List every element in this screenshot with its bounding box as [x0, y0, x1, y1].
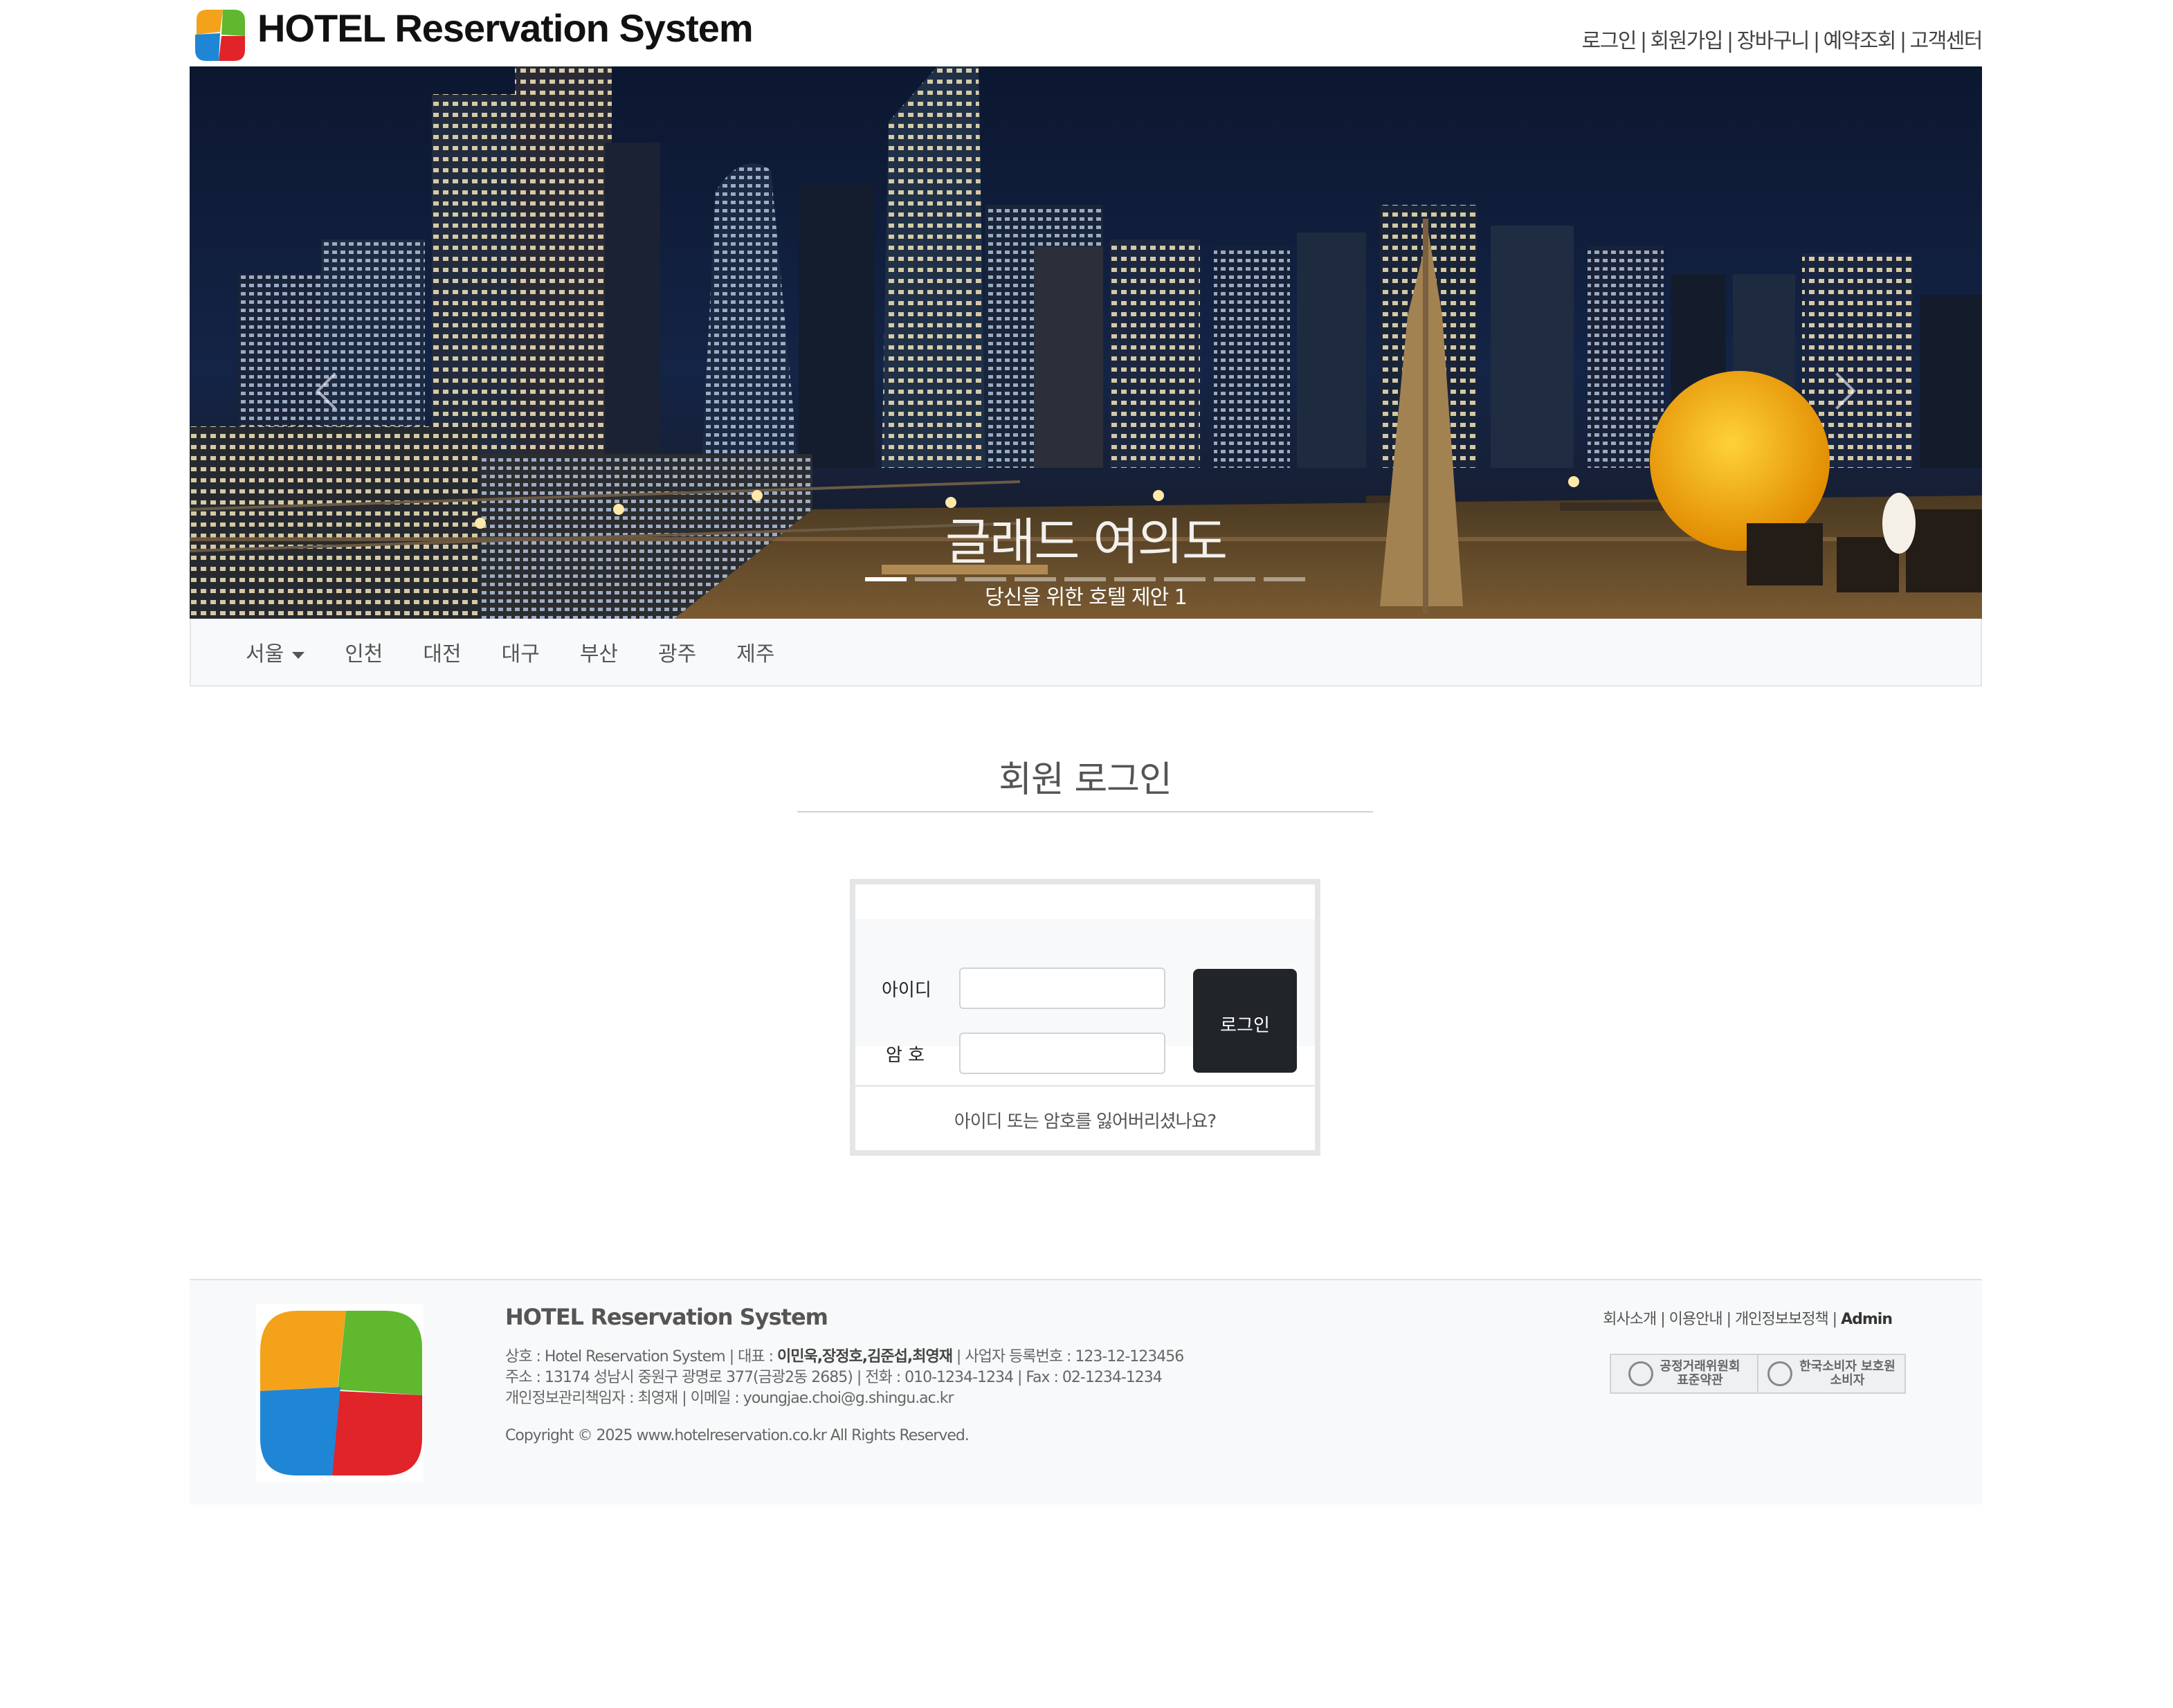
carousel-indicator[interactable]: [965, 577, 1006, 581]
nav-cart-link[interactable]: 장바구니: [1737, 29, 1810, 53]
footer-company-prefix: 상호 : Hotel Reservation System | 대표 :: [505, 1348, 777, 1365]
carousel-indicators: [865, 577, 1305, 581]
footer-link-guide[interactable]: 이용안내: [1669, 1311, 1723, 1328]
region-label: 서울: [246, 642, 284, 666]
footer-privacy-officer: 개인정보관리책임자 : 최영재 | 이메일 : youngjae.choi@g.…: [505, 1390, 954, 1407]
site-header: HOTEL Reservation System 로그인 | 회원가입 | 장바구니 | 예…: [190, 0, 1983, 66]
badge-label: 공정거래위원회: [1660, 1359, 1740, 1374]
top-nav: 로그인 | 회원가입 | 장바구니 | 예약조회 | 고객센터: [1581, 29, 1983, 53]
footer-copyright: Copyright © 2025 www.hotelreservation.co…: [505, 1427, 970, 1444]
password-label: 암 호: [886, 1045, 925, 1066]
site-footer: HOTEL Reservation System 상호 : Hotel Rese…: [190, 1279, 1982, 1505]
carousel-indicator[interactable]: [1064, 577, 1106, 581]
footer-link-about[interactable]: 회사소개: [1603, 1311, 1657, 1328]
region-item-daejeon[interactable]: 대전: [403, 637, 481, 667]
region-item-daegu[interactable]: 대구: [482, 637, 560, 667]
footer-link-privacy[interactable]: 개인정보보정책: [1735, 1311, 1829, 1328]
kca-emblem-icon: [1767, 1361, 1793, 1386]
certification-badges: 공정거래위원회 표준약관 한국소비자 보호원 소비자: [1610, 1354, 1906, 1394]
hero-title: 글래드 여의도: [945, 513, 1228, 571]
login-form: 아이디 암 호 로그인 아이디 또는 암호를 잃어버리셨나요?: [850, 879, 1320, 1156]
region-nav: 서울 인천 대전 대구 부산 광주 제주: [190, 619, 1982, 687]
badge-label: 소비자: [1830, 1373, 1865, 1388]
consumer-agency-badge[interactable]: 한국소비자 보호원 소비자: [1758, 1355, 1904, 1392]
footer-links: 회사소개 | 이용안내 | 개인정보보정책 | Admin: [1603, 1311, 1893, 1328]
region-item-busan[interactable]: 부산: [560, 637, 638, 667]
login-divider: [855, 1085, 1315, 1087]
hero-subtitle: 당신을 위한 호텔 제안 1: [985, 585, 1188, 610]
forgot-credentials-link[interactable]: 아이디 또는 암호를 잃어버리셨나요?: [855, 1107, 1315, 1133]
region-item-incheon[interactable]: 인천: [325, 637, 403, 667]
region-item-jeju[interactable]: 제주: [716, 637, 794, 667]
region-item-seoul[interactable]: 서울: [226, 637, 325, 667]
password-input[interactable]: [959, 1033, 1165, 1074]
footer-representatives: 이민욱,장정호,김준섭,최영재: [776, 1348, 953, 1365]
badge-label: 표준약관: [1677, 1373, 1723, 1388]
hero-carousel: 글래드 여의도 당신을 위한 호텔 제안 1: [190, 66, 1982, 619]
brand-title[interactable]: HOTEL Reservation System: [257, 6, 754, 51]
login-button[interactable]: 로그인: [1193, 969, 1297, 1073]
ftc-standard-terms-badge[interactable]: 공정거래위원회 표준약관: [1611, 1355, 1758, 1392]
footer-brand: HOTEL Reservation System: [505, 1304, 828, 1330]
id-label: 아이디: [882, 980, 931, 1001]
title-divider: [797, 811, 1373, 812]
page-title: 회원 로그인: [999, 759, 1172, 801]
nav-login-link[interactable]: 로그인: [1582, 29, 1637, 53]
carousel-indicator[interactable]: [1214, 577, 1255, 581]
carousel-indicator[interactable]: [915, 577, 956, 581]
footer-company-info: 상호 : Hotel Reservation System | 대표 : 이민욱…: [505, 1344, 1184, 1366]
footer-logo-icon: [256, 1304, 424, 1482]
carousel-indicator[interactable]: [1164, 577, 1206, 581]
footer-business-number: | 사업자 등록번호 : 123-12-123456: [952, 1348, 1184, 1365]
nav-signup-link[interactable]: 회원가입: [1651, 29, 1724, 53]
carousel-indicator[interactable]: [1015, 577, 1056, 581]
carousel-indicator[interactable]: [1264, 577, 1305, 581]
nav-customer-center-link[interactable]: 고객센터: [1910, 29, 1983, 53]
ftc-emblem-icon: [1628, 1361, 1653, 1386]
badge-label: 한국소비자 보호원: [1799, 1359, 1895, 1374]
nav-reservation-lookup-link[interactable]: 예약조회: [1824, 29, 1897, 53]
carousel-indicator[interactable]: [1114, 577, 1156, 581]
caret-down-icon: [292, 651, 305, 659]
brand-logo-icon[interactable]: [190, 4, 251, 65]
carousel-indicator[interactable]: [865, 577, 907, 581]
id-input[interactable]: [959, 967, 1165, 1009]
footer-address: 주소 : 13174 성남시 중원구 광명로 377(금광2동 2685) | …: [505, 1369, 1163, 1386]
footer-link-admin[interactable]: Admin: [1841, 1311, 1893, 1328]
login-fields-panel: 아이디 암 호 로그인: [855, 919, 1315, 1074]
region-item-gwangju[interactable]: 광주: [638, 637, 716, 667]
